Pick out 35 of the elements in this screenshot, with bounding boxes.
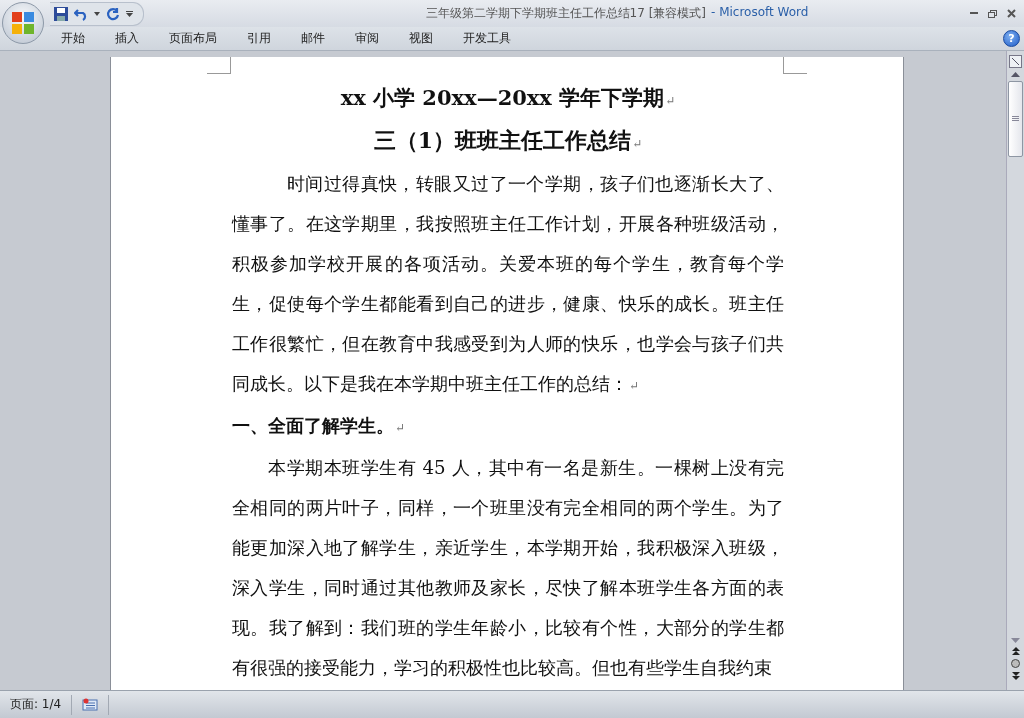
close-icon[interactable] — [1007, 9, 1016, 18]
macro-record-icon[interactable] — [82, 698, 99, 711]
customize-icon[interactable] — [126, 10, 133, 17]
window-title: 三年级第二学期下学期班主任工作总结17 [兼容模式] — [425, 5, 706, 22]
office-logo-icon — [11, 11, 35, 35]
ribbon-tab[interactable]: 邮件 — [290, 28, 336, 49]
ribbon-tab[interactable]: 开发工具 — [452, 28, 522, 49]
body-paragraph: 时间过得真快，转眼又过了一个学期，孩子们也逐渐长大了、懂事了。在这学期里，我按照班主任工作计划，开展各种班级活动，积极参加学校开展的各项活动。关爱本班的每个学生，教育每个学生，促使每个学生都能看到自己的进步，健康、快乐的成长。班主任工作很繁忙，但在教育中我感受到为人师的快乐，也学会与孩子们共同成长。以下是我在本学期中班主任工作的总结：↵ — [232, 172, 784, 396]
ribbon-tab[interactable]: 审阅 — [344, 28, 390, 49]
browse-object-icon[interactable] — [1011, 659, 1020, 668]
ribbon-tab[interactable]: 页面布局 — [158, 28, 228, 49]
scroll-thumb[interactable] — [1008, 81, 1023, 157]
ribbon-tab[interactable]: 开始 — [50, 28, 96, 49]
minimize-icon[interactable] — [970, 12, 978, 15]
undo-icon[interactable] — [74, 6, 88, 21]
margin-corner-mark — [207, 57, 231, 74]
ribbon-tab[interactable]: 引用 — [236, 28, 282, 49]
previous-page-icon[interactable] — [1011, 647, 1020, 655]
document-title: 三（1）班班主任工作总结↵ — [372, 126, 644, 155]
next-page-icon[interactable] — [1011, 672, 1020, 680]
page-count[interactable]: 页面: 1/4 — [0, 694, 73, 715]
scroll-up-icon[interactable] — [1011, 72, 1020, 77]
ruler-toggle-icon[interactable] — [1009, 55, 1022, 68]
ribbon-tab[interactable]: 视图 — [398, 28, 444, 49]
margin-corner-mark — [783, 57, 807, 74]
office-button[interactable] — [2, 2, 44, 44]
restore-icon[interactable] — [988, 9, 997, 18]
save-icon[interactable] — [54, 6, 68, 21]
dropdown-icon[interactable] — [94, 11, 100, 16]
redo-icon[interactable] — [106, 6, 120, 21]
app-name: - Microsoft Word — [711, 5, 809, 21]
ribbon-tab[interactable]: 插入 — [104, 28, 150, 49]
section-heading: 一、全面了解学生。↵ — [232, 414, 407, 438]
document-title: xx 小学 20xx—20xx 学年下学期↵ — [339, 84, 677, 112]
body-paragraph: 本学期本班学生有 45 人，其中有一名是新生。一棵树上没有完全相同的两片叶子，同样，一个班里没有完全相同的两个学生。为了能更加深入地了解学生，亲近学生，本学期开始，我积极深入班级，深入学生，同时通过其他教师及家长，尽快了解本班学生各方面的表现。我了解到：我们班的学生年龄小，比较有个性，大部分的学生都有很强的接受能力，学习的积极性也比较高。但也有些学生自我约束 — [232, 456, 784, 680]
